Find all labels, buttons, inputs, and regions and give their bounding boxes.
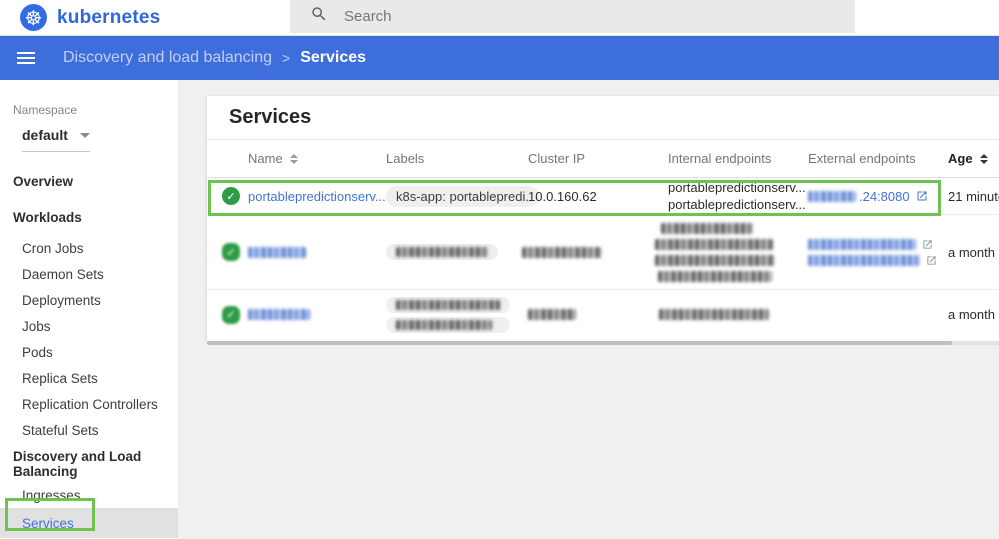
sidebar-item-ingresses[interactable]: Ingresses [0, 482, 178, 508]
redacted-cluster-ip [522, 247, 602, 258]
global-search[interactable] [290, 0, 855, 33]
breadcrumb: Discovery and load balancing > Services [63, 49, 366, 67]
breadcrumb-parent[interactable]: Discovery and load balancing [63, 49, 272, 67]
sidebar-section-discovery-and-load-balancing[interactable]: Discovery and Load Balancing [0, 451, 178, 477]
sidebar: Namespace default Overview Workloads Cro… [0, 80, 178, 539]
label-chip: k8s-app: portablepredi. [386, 186, 539, 207]
status-ok-icon: ✓ [222, 290, 240, 339]
search-input[interactable] [344, 8, 784, 25]
sidebar-nav: Overview Workloads Cron Jobs Daemon Sets… [0, 168, 178, 538]
external-endpoint[interactable]: .24:8080 [808, 178, 928, 214]
redacted-external-endpoints[interactable] [808, 239, 937, 266]
sidebar-item-services[interactable]: Services [0, 508, 178, 538]
table-row: ✓ portablepredictionserv... k8s-app: por… [207, 178, 999, 215]
sidebar-item-daemon-sets[interactable]: Daemon Sets [0, 261, 178, 287]
namespace-value: default [22, 127, 68, 143]
app-bar: Discovery and load balancing > Services [0, 36, 999, 80]
column-header-external-endpoints: External endpoints [808, 140, 916, 177]
sort-icon [980, 154, 988, 164]
sidebar-item-replica-sets[interactable]: Replica Sets [0, 365, 178, 391]
service-name-link[interactable]: portablepredictionserv... [248, 189, 386, 204]
status-ok-icon: ✓ [222, 178, 240, 214]
page-title: Services [229, 106, 311, 129]
external-endpoint-link: .24:8080 [859, 189, 910, 204]
redacted-internal-endpoints [659, 309, 769, 320]
kubernetes-dashboard: ☸ kubernetes Discovery and load balancin… [0, 0, 999, 539]
namespace-select[interactable]: default [22, 127, 90, 152]
sidebar-item-jobs[interactable]: Jobs [0, 313, 178, 339]
redacted-service-name[interactable] [248, 247, 306, 258]
label-chip [386, 244, 498, 260]
breadcrumb-current: Services [300, 49, 366, 67]
table-row: ✓ a month [207, 290, 999, 339]
age-value: a month [948, 215, 995, 289]
sidebar-item-stateful-sets[interactable]: Stateful Sets [0, 417, 178, 443]
sidebar-item-replication-controllers[interactable]: Replication Controllers [0, 391, 178, 417]
age-value: 21 minutes [948, 178, 999, 214]
redacted-text [396, 247, 488, 257]
cluster-ip-value: 10.0.160.62 [528, 178, 597, 214]
menu-icon[interactable] [17, 49, 35, 67]
sidebar-item-deployments[interactable]: Deployments [0, 287, 178, 313]
column-header-internal-endpoints: Internal endpoints [668, 140, 771, 177]
sidebar-item-overview[interactable]: Overview [0, 168, 178, 194]
namespace-label: Namespace [13, 103, 178, 117]
search-icon [310, 5, 328, 28]
column-header-cluster-ip: Cluster IP [528, 140, 585, 177]
redacted-cluster-ip [528, 309, 576, 320]
brand-wordmark: kubernetes [57, 7, 160, 29]
sidebar-item-cron-jobs[interactable]: Cron Jobs [0, 235, 178, 261]
column-header-name[interactable]: Name [248, 140, 298, 177]
redacted-text [396, 300, 500, 310]
sort-icon [290, 154, 298, 164]
services-card: Services Name Labels Cluster IP Internal… [207, 96, 999, 341]
status-ok-icon: ✓ [222, 215, 240, 289]
horizontal-scrollbar[interactable] [207, 341, 999, 345]
age-value: a month [948, 290, 995, 339]
redacted-internal-endpoints [655, 223, 775, 282]
column-header-labels: Labels [386, 140, 424, 177]
table-row: ✓ a month [207, 215, 999, 290]
top-bar: ☸ kubernetes [0, 0, 999, 36]
breadcrumb-separator: > [282, 50, 290, 66]
brand[interactable]: ☸ kubernetes [20, 4, 160, 31]
kubernetes-logo-icon: ☸ [20, 4, 47, 31]
internal-endpoints: portablepredictionserv... portablepredic… [668, 180, 806, 212]
chevron-down-icon [80, 133, 90, 138]
sidebar-item-pods[interactable]: Pods [0, 339, 178, 365]
redacted-text [396, 320, 492, 330]
open-in-new-icon [916, 190, 928, 202]
column-header-age[interactable]: Age [948, 140, 988, 177]
sidebar-section-workloads[interactable]: Workloads [0, 204, 178, 230]
label-chips [386, 297, 510, 333]
open-in-new-icon [922, 239, 933, 250]
redacted-text [808, 191, 856, 202]
table-header: Name Labels Cluster IP Internal endpoint… [207, 140, 999, 178]
open-in-new-icon [926, 255, 937, 266]
scrollbar-thumb[interactable] [207, 341, 952, 345]
redacted-service-name[interactable] [248, 309, 310, 320]
card-title-row: Services [207, 96, 999, 140]
